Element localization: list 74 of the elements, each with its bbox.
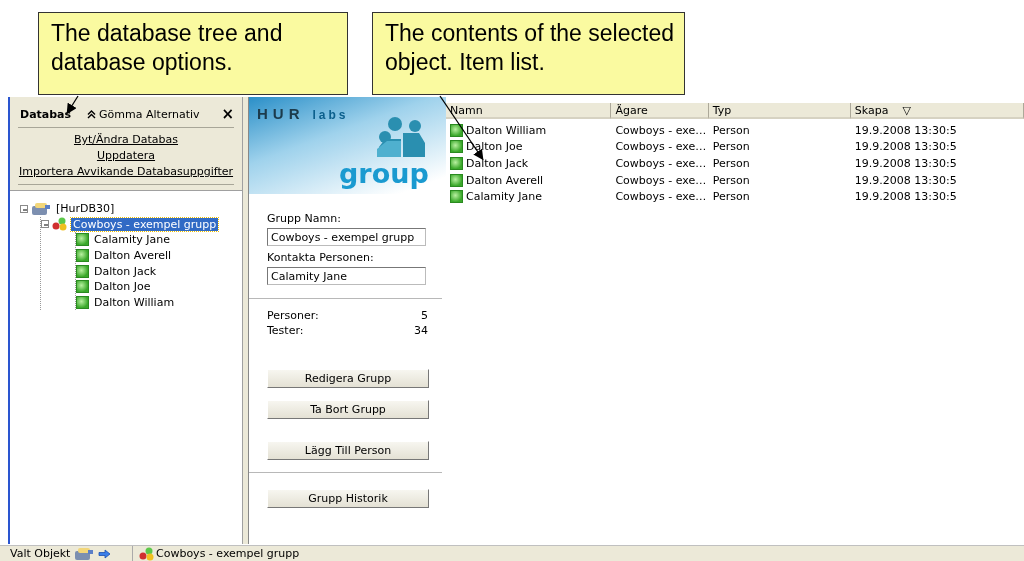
input-field[interactable]: Cowboys - exempel grupp: [267, 228, 426, 246]
field-label: Kontakta Personen:: [267, 251, 375, 264]
table-cell-text: Cowboys - exe…: [614, 123, 708, 137]
table-cell-text: 19.9.2008 13:30:5: [853, 190, 958, 204]
action-button[interactable]: Lägg Till Person: [267, 441, 429, 460]
person-icon: [450, 140, 463, 154]
column-header[interactable]: Typ: [708, 103, 851, 119]
panel-title: Databas: [20, 107, 72, 121]
person-icon: [450, 173, 463, 187]
table-cell-text: Cowboys - exe…: [614, 140, 708, 154]
database-link[interactable]: Byt/Ändra Databas: [73, 133, 178, 146]
database-link[interactable]: Uppdatera: [96, 149, 156, 162]
person-icon: [76, 280, 89, 294]
group-icon: [139, 546, 155, 561]
table-cell-text: Person: [711, 157, 751, 170]
tree-item[interactable]: Dalton Averell: [92, 249, 174, 263]
input-field[interactable]: Calamity Jane: [267, 267, 426, 285]
collapse-toggle[interactable]: [41, 220, 49, 229]
logo-word: group: [339, 159, 429, 189]
person-icon: [76, 295, 89, 309]
table-cell-text: 19.9.2008 13:30:5: [853, 157, 958, 170]
database-icon: [31, 201, 51, 216]
tree-item[interactable]: Dalton Jack: [92, 264, 159, 278]
stat-value: 34: [414, 324, 428, 339]
double-chevron-up-icon: [87, 109, 97, 119]
person-icon: [76, 233, 89, 247]
person-icon: [450, 157, 463, 170]
table-cell-text: 19.9.2008 13:30:5: [853, 123, 958, 137]
table-cell-text: 19.9.2008 13:30:5: [853, 140, 958, 154]
stat-label: Tester:: [267, 324, 304, 339]
status-value: Cowboys - exempel grupp: [156, 547, 300, 560]
column-header[interactable]: Ägare: [611, 103, 709, 119]
hide-options-toggle[interactable]: Gömma Alternativ: [87, 107, 200, 121]
table-cell-text: Cowboys - exe…: [614, 173, 708, 187]
tree-item[interactable]: Calamity Jane: [92, 233, 173, 247]
table-cell: Dalton Averell: [466, 173, 544, 187]
table-cell-text: Person: [711, 140, 751, 154]
status-label: Valt Objekt: [10, 547, 71, 560]
tree-item[interactable]: Dalton William: [92, 295, 177, 309]
table-cell-text: Person: [711, 123, 751, 137]
callout-note: The database tree and database options.: [38, 12, 348, 95]
field-label: Grupp Namn:: [267, 212, 342, 225]
table-cell: Dalton William: [466, 123, 547, 137]
table-cell-text: Person: [711, 190, 751, 204]
table-cell-text: Cowboys - exe…: [614, 190, 708, 204]
sort-indicator: ▽: [902, 103, 911, 117]
callout-note: The contents of the selected object. Item list.: [372, 12, 685, 95]
stat-label: Personer:: [267, 309, 319, 324]
action-button[interactable]: Redigera Grupp: [267, 369, 429, 388]
right-arrow-icon: [98, 548, 112, 559]
person-icon: [450, 190, 463, 204]
tree-item[interactable]: [HurDB30]: [54, 202, 117, 216]
stat-value: 5: [421, 309, 428, 324]
table-cell-text: Cowboys - exe…: [614, 157, 708, 170]
table-cell: Calamity Jane: [466, 190, 543, 204]
column-header[interactable]: Skapa ▽: [850, 103, 1024, 119]
action-button[interactable]: Ta Bort Grupp: [267, 400, 429, 419]
logo-subtext: labs: [312, 108, 349, 122]
table-cell: Dalton Jack: [466, 157, 529, 170]
column-header[interactable]: Namn: [446, 103, 612, 119]
database-link[interactable]: Importera Avvikande Databasuppgifter: [18, 165, 234, 178]
action-button[interactable]: Grupp Historik: [267, 489, 429, 508]
tree-item[interactable]: Dalton Joe: [92, 280, 153, 294]
person-icon: [76, 264, 89, 278]
tree-item[interactable]: Cowboys - exempel grupp: [71, 217, 219, 231]
person-icon: [76, 249, 89, 263]
table-cell-text: Person: [711, 173, 751, 187]
collapse-toggle[interactable]: [20, 204, 28, 213]
person-icon: [450, 123, 463, 137]
close-button[interactable]: ×: [221, 105, 234, 123]
database-icon: [74, 546, 95, 561]
table-cell-text: 19.9.2008 13:30:5: [853, 173, 958, 187]
group-icon: [52, 217, 68, 232]
logo-text: HUR: [257, 105, 305, 122]
